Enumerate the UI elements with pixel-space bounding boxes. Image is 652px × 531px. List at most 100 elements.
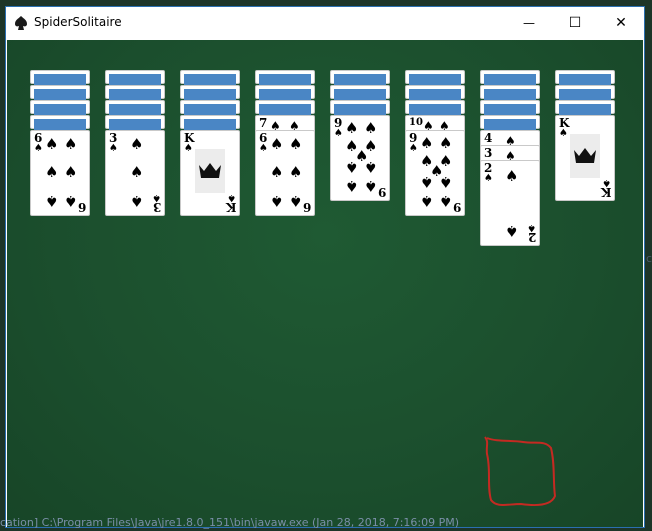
- face-down-card[interactable]: [30, 100, 90, 115]
- spade-icon: ♠: [420, 134, 434, 152]
- face-down-card[interactable]: [180, 70, 240, 85]
- face-down-card[interactable]: [405, 85, 465, 100]
- card-rank: 10: [409, 117, 423, 128]
- card-rank: 3: [152, 200, 161, 214]
- spade-icon: ♠: [420, 173, 434, 191]
- spade-icon: ♠: [259, 143, 268, 154]
- face-down-card[interactable]: [555, 70, 615, 85]
- spade-icon: ♠: [345, 158, 359, 176]
- maximize-button[interactable]: ☐: [552, 7, 598, 39]
- card-rank: 4: [484, 131, 493, 145]
- face-down-card[interactable]: [255, 70, 315, 85]
- playing-card[interactable]: 9 ♠ ♠ ♠ ♠ ♠ ♠ ♠ ♠ ♠ ♠ 9: [405, 130, 465, 216]
- face-down-card[interactable]: [105, 115, 165, 130]
- face-down-card[interactable]: [255, 100, 315, 115]
- face-down-card[interactable]: [180, 115, 240, 130]
- maximize-icon: ☐: [568, 15, 582, 31]
- card-rank: 6: [77, 200, 86, 214]
- card-rank: 6: [302, 200, 311, 214]
- spade-icon: ♠: [130, 163, 144, 181]
- card-rank: 7: [259, 116, 268, 130]
- face-down-card[interactable]: [30, 70, 90, 85]
- playing-card[interactable]: 6 ♠ ♠ ♠ ♠ ♠ ♠ ♠ 6: [30, 130, 90, 216]
- card-rank: K: [600, 185, 611, 199]
- background-text-fragment: c: [646, 252, 652, 265]
- crown-icon: [574, 148, 596, 163]
- face-down-card[interactable]: [330, 85, 390, 100]
- card-rank: 2: [527, 230, 536, 244]
- spade-icon: ♠: [45, 163, 59, 181]
- playing-card[interactable]: K ♠ ♠ K: [555, 115, 615, 201]
- title-bar[interactable]: SpiderSolitaire — ☐ ✕: [6, 7, 644, 39]
- face-down-card[interactable]: [480, 100, 540, 115]
- court-card-art: [570, 134, 600, 178]
- card-rank: K: [225, 200, 236, 214]
- status-line: cation] C:\Program Files\Java\jre1.8.0_1…: [0, 516, 460, 529]
- playing-card[interactable]: K ♠ ♠ K: [180, 130, 240, 216]
- card-rank: 9: [377, 185, 386, 199]
- spade-icon: ♠: [439, 134, 453, 152]
- spade-icon: ♠: [184, 143, 193, 154]
- spade-icon: ♠: [409, 143, 418, 154]
- spade-icon: ♠: [130, 192, 144, 210]
- close-icon: ✕: [615, 15, 627, 31]
- face-down-card[interactable]: [105, 85, 165, 100]
- close-button[interactable]: ✕: [598, 7, 644, 39]
- spade-icon: ♠: [109, 143, 118, 154]
- spade-icon: ♠: [505, 167, 519, 185]
- face-down-card[interactable]: [105, 70, 165, 85]
- spade-icon: ♠: [334, 128, 343, 139]
- crown-icon: [199, 163, 221, 178]
- face-down-card[interactable]: [105, 100, 165, 115]
- spade-icon: ♠: [289, 135, 303, 153]
- spade-icon: ♠: [270, 192, 284, 210]
- face-down-card[interactable]: [480, 115, 540, 130]
- spade-icon: ♠: [130, 135, 144, 153]
- card-rank: 9: [452, 200, 461, 214]
- face-down-card[interactable]: [30, 85, 90, 100]
- spade-icon: ♠: [34, 143, 43, 154]
- minimize-icon: —: [523, 16, 535, 30]
- face-down-card[interactable]: [255, 85, 315, 100]
- playing-card[interactable]: 6 ♠ ♠ ♠ ♠ ♠ ♠ ♠ 6: [255, 130, 315, 216]
- spade-icon: ♠: [270, 163, 284, 181]
- face-down-card[interactable]: [480, 70, 540, 85]
- spade-icon: ♠: [420, 192, 434, 210]
- face-down-card[interactable]: [555, 100, 615, 115]
- spade-icon: ♠: [364, 119, 378, 137]
- spade-icon: ♠: [289, 192, 303, 210]
- face-down-card[interactable]: [330, 70, 390, 85]
- spade-icon: ♠: [270, 135, 284, 153]
- face-down-card[interactable]: [330, 100, 390, 115]
- spade-icon: ♠: [439, 192, 453, 210]
- face-down-card[interactable]: [480, 85, 540, 100]
- card-rank: 3: [484, 146, 493, 160]
- app-icon: [15, 16, 27, 30]
- face-down-card[interactable]: [180, 100, 240, 115]
- spade-icon: ♠: [439, 173, 453, 191]
- spade-icon: ♠: [45, 135, 59, 153]
- spade-icon: ♠: [345, 177, 359, 195]
- spade-icon: ♠: [364, 158, 378, 176]
- spade-icon: ♠: [64, 163, 78, 181]
- spade-icon: ♠: [559, 128, 568, 139]
- spade-icon: ♠: [505, 222, 519, 240]
- spade-icon: ♠: [289, 163, 303, 181]
- window-title: SpiderSolitaire: [34, 15, 122, 29]
- face-down-card[interactable]: [405, 70, 465, 85]
- spade-icon: ♠: [64, 192, 78, 210]
- face-down-card[interactable]: [180, 85, 240, 100]
- face-down-card[interactable]: [405, 100, 465, 115]
- spade-icon: ♠: [345, 119, 359, 137]
- playing-card[interactable]: 3 ♠ ♠ ♠ ♠ ♠ 3: [105, 130, 165, 216]
- hand-drawn-annotation: [484, 436, 557, 506]
- court-card-art: [195, 149, 225, 193]
- spade-icon: ♠: [45, 192, 59, 210]
- spade-icon: ♠: [364, 177, 378, 195]
- playing-card[interactable]: 2 ♠ ♠ ♠ ♠ 2: [480, 160, 540, 246]
- spade-icon: ♠: [484, 173, 493, 184]
- face-down-card[interactable]: [555, 85, 615, 100]
- playing-card[interactable]: 9 ♠ ♠ ♠ ♠ ♠ ♠ ♠ ♠ ♠ ♠ 9: [330, 115, 390, 201]
- face-down-card[interactable]: [30, 115, 90, 130]
- minimize-button[interactable]: —: [506, 7, 552, 39]
